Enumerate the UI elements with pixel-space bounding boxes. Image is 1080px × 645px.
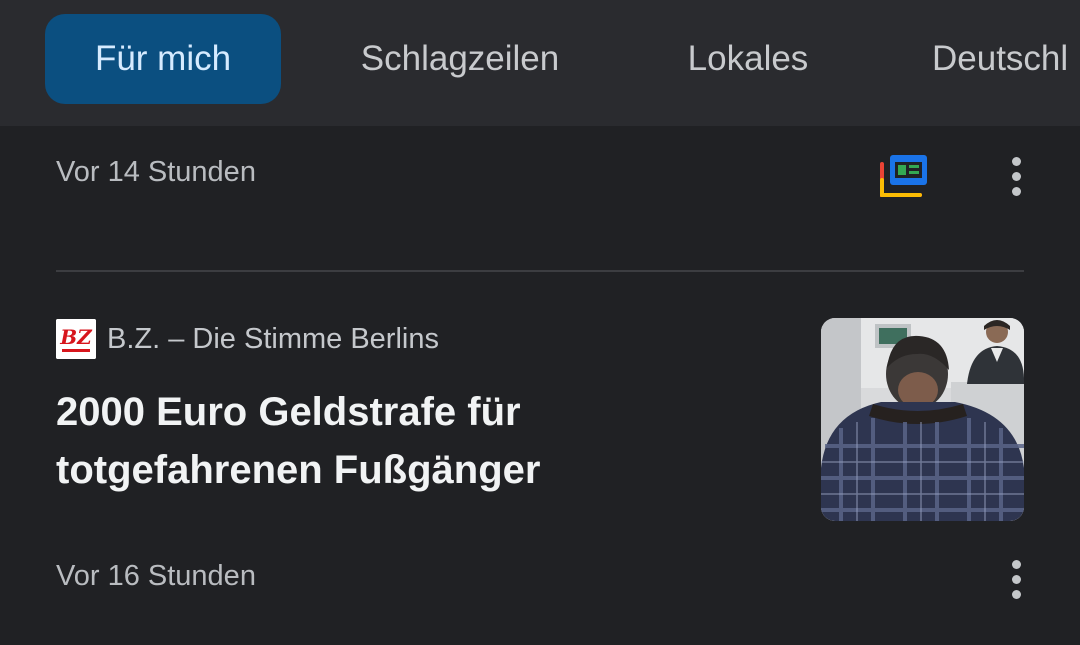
- card-divider: [56, 270, 1024, 272]
- tab-germany[interactable]: Deutschl: [932, 14, 1068, 104]
- bz-logo: BZ: [56, 319, 96, 359]
- article-source: BZ B.Z. – Die Stimme Berlins: [56, 319, 439, 359]
- article-time: Vor 14 Stunden: [56, 156, 256, 188]
- tab-for-me[interactable]: Für mich: [45, 14, 281, 104]
- source-name: B.Z. – Die Stimme Berlins: [107, 322, 439, 355]
- more-options-icon[interactable]: [996, 551, 1036, 607]
- tab-headlines[interactable]: Schlagzeilen: [340, 14, 580, 104]
- article-time: Vor 16 Stunden: [56, 560, 256, 592]
- tab-local[interactable]: Lokales: [670, 14, 826, 104]
- newscast-icon[interactable]: [878, 152, 932, 198]
- article-headline[interactable]: 2000 Euro Geldstrafe für totgefahrenen F…: [56, 383, 796, 499]
- topic-tab-bar: Für mich Schlagzeilen Lokales Deutschl: [0, 0, 1080, 126]
- article-thumbnail[interactable]: [821, 318, 1024, 521]
- svg-text:BZ: BZ: [59, 325, 93, 349]
- more-options-icon[interactable]: [996, 148, 1036, 204]
